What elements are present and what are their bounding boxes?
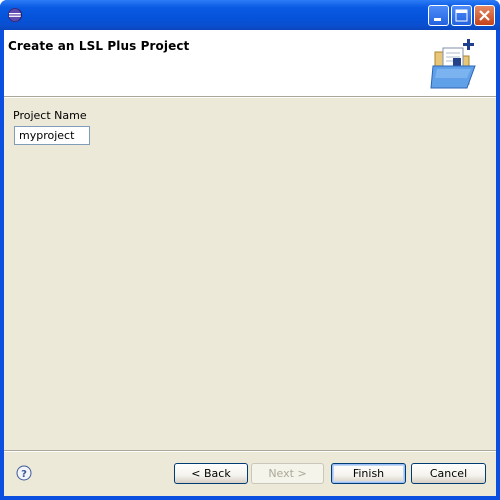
maximize-icon xyxy=(455,9,468,22)
back-button[interactable]: < Back xyxy=(174,463,248,484)
close-button[interactable] xyxy=(474,5,495,26)
page-title: Create an LSL Plus Project xyxy=(8,39,190,53)
project-name-input[interactable] xyxy=(14,126,90,145)
wizard-header: Create an LSL Plus Project xyxy=(4,30,496,96)
wizard-client-area: Create an LSL Plus Project Project Name … xyxy=(4,30,496,496)
next-button[interactable]: Next > xyxy=(251,463,324,484)
help-icon[interactable]: ? xyxy=(16,465,32,481)
maximize-button[interactable] xyxy=(451,5,472,26)
minimize-icon xyxy=(434,18,441,21)
wizard-window: Create an LSL Plus Project Project Name … xyxy=(0,0,500,500)
finish-button[interactable]: Finish xyxy=(331,463,406,484)
footer-separator-highlight xyxy=(4,451,496,452)
eclipse-app-icon xyxy=(8,8,22,22)
svg-text:?: ? xyxy=(21,469,27,480)
close-icon xyxy=(479,10,490,21)
header-separator-highlight xyxy=(4,97,496,98)
new-project-folder-icon xyxy=(430,39,476,89)
cancel-button[interactable]: Cancel xyxy=(411,463,486,484)
minimize-button[interactable] xyxy=(428,5,449,26)
title-bar[interactable] xyxy=(0,0,500,30)
project-name-label: Project Name xyxy=(13,109,87,122)
